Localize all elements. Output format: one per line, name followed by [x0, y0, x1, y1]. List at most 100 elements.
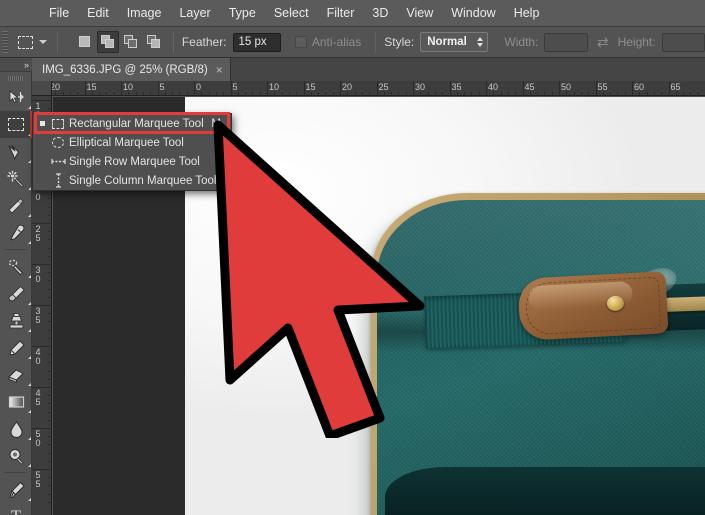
ruler-minor-tick: [369, 92, 370, 95]
rectangular-marquee-icon[interactable]: [15, 30, 36, 54]
ruler-minor-tick: [435, 92, 436, 95]
gradient-tool[interactable]: [0, 388, 32, 415]
dodge-tool[interactable]: [0, 442, 32, 469]
ruler-minor-tick: [55, 92, 56, 95]
brass-buckle: [663, 296, 705, 312]
ruler-minor-tick: [398, 92, 399, 95]
ruler-minor-tick: [92, 92, 93, 95]
ruler-minor-tick: [457, 92, 458, 95]
move-tool[interactable]: [0, 84, 32, 111]
height-label: Height:: [618, 35, 656, 49]
menu-file[interactable]: File: [40, 4, 78, 23]
ruler-minor-tick: [48, 313, 51, 314]
ruler-minor-tick: [216, 92, 217, 95]
pen-tool[interactable]: [0, 476, 32, 503]
flyout-item-shortcut: M: [211, 118, 231, 130]
style-select-value: Normal: [427, 36, 467, 48]
brass-stud: [607, 295, 625, 311]
ruler-minor-tick: [566, 92, 567, 95]
ruler-minor-tick: [581, 92, 582, 95]
ruler-minor-tick: [48, 371, 51, 372]
ruler-minor-tick: [347, 92, 348, 95]
document-tab[interactable]: IMG_6336.JPG @ 25% (RGB/8) ×: [32, 58, 231, 81]
menu-edit[interactable]: Edit: [78, 4, 118, 23]
ruler-minor-tick: [274, 92, 275, 95]
feather-input[interactable]: 15 px: [233, 33, 281, 52]
divider: [375, 32, 376, 53]
chevron-down-icon[interactable]: [37, 31, 49, 53]
new-selection-button[interactable]: [74, 31, 96, 53]
rectangular-marquee-tool[interactable]: [0, 111, 32, 138]
menu-window[interactable]: Window: [442, 4, 504, 23]
ruler-origin-box[interactable]: [32, 81, 52, 96]
add-to-selection-button[interactable]: [97, 31, 119, 53]
spot-healing-brush-tool[interactable]: [0, 253, 32, 280]
menu-view[interactable]: View: [397, 4, 442, 23]
leather-tab: [517, 271, 668, 341]
lasso-tool[interactable]: [0, 138, 32, 165]
menu-filter[interactable]: Filter: [318, 4, 364, 23]
history-brush-tool[interactable]: [0, 334, 32, 361]
marquee-tool-flyout-menu[interactable]: Rectangular Marquee Tool M Elliptical Ma…: [32, 113, 232, 191]
crop-tool[interactable]: [0, 192, 32, 219]
ruler-tick-label: 15: [85, 82, 97, 92]
ruler-tick-label: 60: [632, 82, 644, 92]
flyout-item-rectangular-marquee[interactable]: Rectangular Marquee Tool M: [33, 114, 231, 133]
height-input[interactable]: [662, 33, 705, 52]
menu-select[interactable]: Select: [265, 4, 318, 23]
ruler-minor-tick: [48, 207, 51, 208]
selection-mode-group: [74, 31, 165, 53]
blur-tool[interactable]: [0, 415, 32, 442]
ruler-minor-tick: [70, 92, 71, 95]
eyedropper-tool[interactable]: [0, 219, 32, 246]
width-input[interactable]: [544, 33, 587, 52]
clone-stamp-tool[interactable]: [0, 307, 32, 334]
ruler-minor-tick: [252, 92, 253, 95]
document-image[interactable]: [185, 97, 705, 515]
type-tool[interactable]: T: [0, 503, 32, 515]
ruler-minor-tick: [48, 239, 51, 240]
flyout-item-elliptical-marquee[interactable]: Elliptical Marquee Tool: [33, 133, 231, 152]
menu-image[interactable]: Image: [118, 4, 171, 23]
magic-wand-tool[interactable]: [0, 165, 32, 192]
ruler-tick-label: 25: [377, 82, 389, 92]
drag-grip-icon[interactable]: [0, 72, 32, 84]
ruler-minor-tick: [201, 92, 202, 95]
options-bar-grip[interactable]: [2, 31, 8, 53]
ruler-minor-tick: [48, 354, 51, 355]
bag-bottom-rim: [385, 467, 705, 515]
ruler-minor-tick: [143, 92, 144, 95]
menu-3d[interactable]: 3D: [363, 4, 397, 23]
ruler-minor-tick: [603, 92, 604, 95]
intersect-with-selection-button[interactable]: [143, 31, 165, 53]
ruler-minor-tick: [683, 92, 684, 95]
menu-type[interactable]: Type: [220, 4, 265, 23]
ruler-minor-tick: [661, 92, 662, 95]
close-icon[interactable]: ×: [216, 64, 223, 76]
ruler-minor-tick: [136, 92, 137, 95]
ruler-tick-label: 45: [34, 389, 42, 407]
ruler-minor-tick: [428, 92, 429, 95]
anti-alias-checkbox[interactable]: [295, 36, 307, 48]
double-chevron-right-icon[interactable]: »: [0, 58, 32, 72]
flyout-item-single-row-marquee[interactable]: Single Row Marquee Tool: [33, 152, 231, 171]
flyout-item-single-column-marquee[interactable]: Single Column Marquee Tool: [33, 171, 231, 190]
subtract-from-selection-button[interactable]: [120, 31, 142, 53]
ruler-minor-tick: [384, 92, 385, 95]
style-select[interactable]: Normal: [420, 32, 488, 52]
ruler-minor-tick: [479, 92, 480, 95]
ruler-minor-tick: [610, 92, 611, 95]
menu-layer[interactable]: Layer: [170, 4, 219, 23]
swap-arrows-icon[interactable]: ⇄: [597, 34, 609, 51]
ruler-minor-tick: [48, 256, 51, 257]
horizontal-ruler[interactable]: 20151050510152025303540455055606570: [52, 81, 705, 96]
ruler-minor-tick: [48, 395, 51, 396]
eraser-tool[interactable]: [0, 361, 32, 388]
ruler-minor-tick: [165, 92, 166, 95]
flyout-item-label: Single Row Marquee Tool: [69, 156, 221, 168]
menu-help[interactable]: Help: [505, 4, 549, 23]
brush-tool[interactable]: [0, 280, 32, 307]
ruler-tick-label: 50: [559, 82, 571, 92]
ruler-tick-label: 25: [34, 225, 42, 243]
ruler-minor-tick: [48, 494, 51, 495]
